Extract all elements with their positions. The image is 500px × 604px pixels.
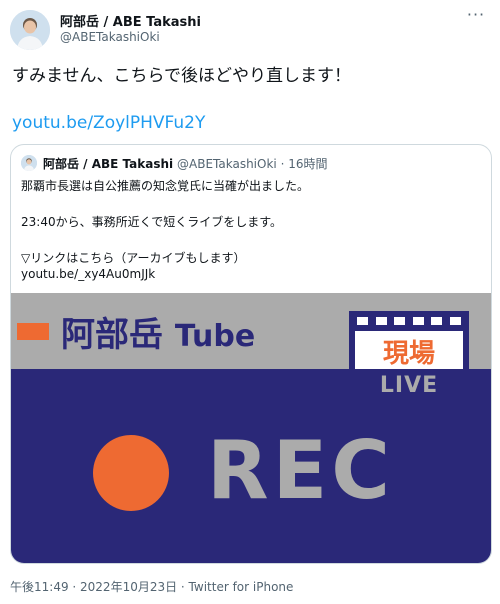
quoted-separator: ·	[280, 157, 285, 171]
quoted-author-handle: @ABETakashiOki	[177, 157, 277, 171]
more-horizontal-icon[interactable]: ···	[464, 7, 488, 26]
thumbnail-accent-bar	[17, 323, 49, 340]
rec-label: REC	[207, 424, 394, 517]
author-avatar[interactable]	[10, 10, 50, 50]
live-badge: 現場 LIVE	[349, 311, 469, 409]
author-handle[interactable]: @ABETakashiOki	[60, 30, 160, 44]
quoted-tweet[interactable]: 阿部岳 / ABE Takashi @ABETakashiOki · 16時間 …	[10, 144, 492, 564]
live-badge-text: LIVE	[379, 373, 439, 398]
quoted-link: youtu.be/_xy4Au0mJJk	[21, 267, 156, 281]
quoted-header: 阿部岳 / ABE Takashi @ABETakashiOki · 16時間	[43, 155, 328, 172]
quoted-author-avatar	[21, 155, 37, 171]
tweet-text: すみません、こちらで後ほどやり直します！	[12, 66, 351, 86]
quoted-text-line: 23:40から、事務所近くで短くライブをします。	[21, 215, 283, 229]
quoted-author-name: 阿部岳 / ABE Takashi	[43, 157, 174, 171]
quoted-time: 16時間	[288, 157, 328, 171]
tweet-timestamp[interactable]: 午後11:49 · 2022年10月23日 · Twitter for iPho…	[10, 578, 293, 595]
live-badge-panel: 現場	[355, 331, 463, 369]
tweet-link[interactable]: youtu.be/ZoylPHVFu2Y	[12, 113, 205, 133]
quoted-text-line: 那覇市長選は自公推薦の知念覚氏に当確が出ました。	[21, 179, 310, 193]
author-name[interactable]: 阿部岳 / ABE Takashi	[60, 11, 201, 30]
thumbnail-title-kanji: 阿部岳	[61, 315, 163, 355]
thumbnail-title: 阿部岳 Tube	[61, 307, 255, 356]
record-dot-icon	[93, 435, 169, 511]
quoted-text-line: ▽リンクはこちら（アーカイブもします）	[21, 251, 246, 265]
film-strip-icon	[357, 317, 461, 325]
video-thumbnail[interactable]: 阿部岳 Tube 現場 LIVE REC	[11, 293, 491, 563]
live-badge-kanji: 現場	[382, 339, 435, 369]
thumbnail-title-suffix: Tube	[174, 319, 256, 354]
